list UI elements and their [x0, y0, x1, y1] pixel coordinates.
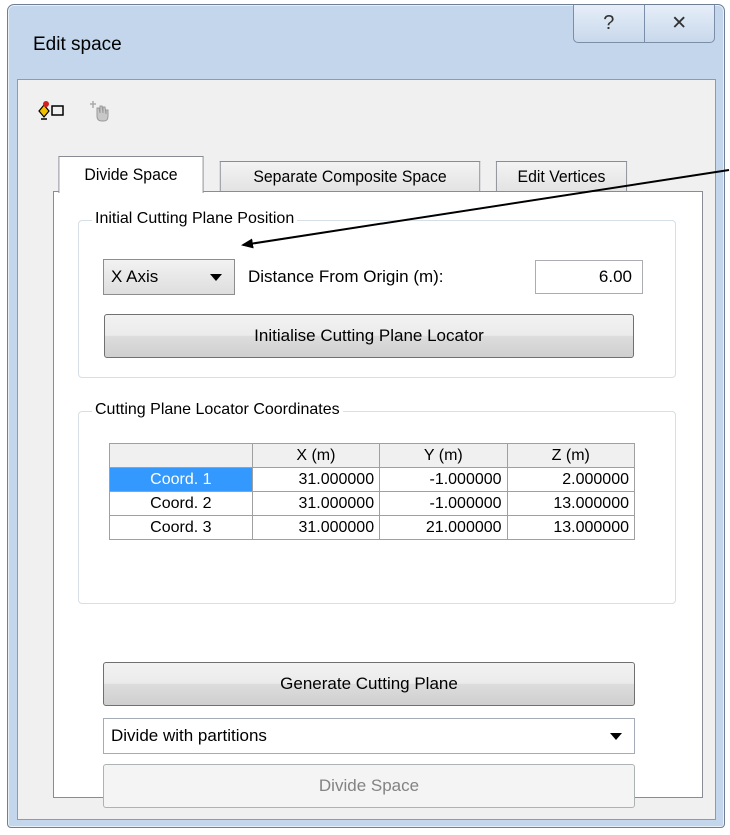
- help-icon: ?: [603, 12, 615, 34]
- divide-space-panel: Initial Cutting Plane Position X Axis Di…: [53, 191, 703, 808]
- table-header-row: X (m) Y (m) Z (m): [109, 443, 636, 468]
- tab-separate-composite-space[interactable]: Separate Composite Space: [219, 161, 481, 191]
- row-header[interactable]: Coord. 1: [109, 467, 253, 492]
- toolbar: [38, 96, 114, 126]
- initial-plane-group-label: Initial Cutting Plane Position: [92, 210, 298, 228]
- column-header-x: X (m): [251, 443, 381, 468]
- select-vertex-tool-button[interactable]: [86, 97, 114, 125]
- coordinates-table[interactable]: X (m) Y (m) Z (m) Coord. 1 31.000000 -1.…: [109, 443, 636, 540]
- divide-space-button: Divide Space: [103, 764, 635, 808]
- chevron-down-icon: [610, 732, 622, 740]
- column-header-y: Y (m): [379, 443, 508, 468]
- cell-y[interactable]: -1.000000: [379, 491, 508, 516]
- divide-space-tool-button[interactable]: [38, 97, 66, 125]
- cell-x[interactable]: 31.000000: [251, 467, 381, 492]
- row-header[interactable]: Coord. 2: [109, 491, 253, 516]
- window-title: Edit space: [33, 34, 122, 55]
- select-vertex-tool-icon: [90, 101, 109, 122]
- cell-z[interactable]: 13.000000: [506, 491, 636, 516]
- row-header[interactable]: Coord. 3: [109, 515, 253, 540]
- locator-group-label: Cutting Plane Locator Coordinates: [92, 401, 343, 419]
- table-row[interactable]: Coord. 1 31.000000 -1.000000 2.000000: [109, 467, 636, 492]
- distance-input[interactable]: 6.00: [535, 260, 643, 294]
- tab-edit-vertices[interactable]: Edit Vertices: [495, 161, 628, 191]
- cell-z[interactable]: 2.000000: [506, 467, 636, 492]
- divide-mode-select[interactable]: Divide with partitions: [103, 718, 635, 754]
- help-button[interactable]: ?: [573, 5, 644, 43]
- table-row[interactable]: Coord. 2 31.000000 -1.000000 13.000000: [109, 491, 636, 516]
- chevron-down-icon: [210, 273, 222, 281]
- divide-space-tool-icon: [38, 101, 64, 120]
- divide-mode-value: Divide with partitions: [111, 726, 267, 745]
- title-bar: Edit space ? ✕: [8, 5, 724, 79]
- axis-select[interactable]: X Axis: [103, 259, 235, 295]
- initial-plane-group: Initial Cutting Plane Position X Axis Di…: [78, 210, 676, 378]
- axis-select-value: X Axis: [111, 267, 159, 286]
- caption-buttons: ? ✕: [573, 5, 715, 44]
- table-row[interactable]: Coord. 3 31.000000 21.000000 13.000000: [109, 515, 636, 540]
- cell-y[interactable]: -1.000000: [379, 467, 508, 492]
- cell-z[interactable]: 13.000000: [506, 515, 636, 540]
- cell-x[interactable]: 31.000000: [251, 491, 381, 516]
- cell-y[interactable]: 21.000000: [379, 515, 508, 540]
- close-button[interactable]: ✕: [643, 5, 715, 43]
- distance-label: Distance From Origin (m):: [248, 267, 444, 286]
- generate-cutting-plane-button[interactable]: Generate Cutting Plane: [103, 662, 635, 706]
- column-header: [109, 443, 253, 468]
- initialise-locator-button[interactable]: Initialise Cutting Plane Locator: [104, 314, 634, 358]
- dialog-client-area: Divide Space Separate Composite Space Ed…: [17, 79, 716, 820]
- tab-divide-space[interactable]: Divide Space: [58, 156, 204, 193]
- close-icon: ✕: [671, 13, 688, 34]
- cell-x[interactable]: 31.000000: [251, 515, 381, 540]
- column-header-z: Z (m): [506, 443, 636, 468]
- edit-space-window: Edit space ? ✕ Divide Space Separate Com…: [7, 4, 725, 828]
